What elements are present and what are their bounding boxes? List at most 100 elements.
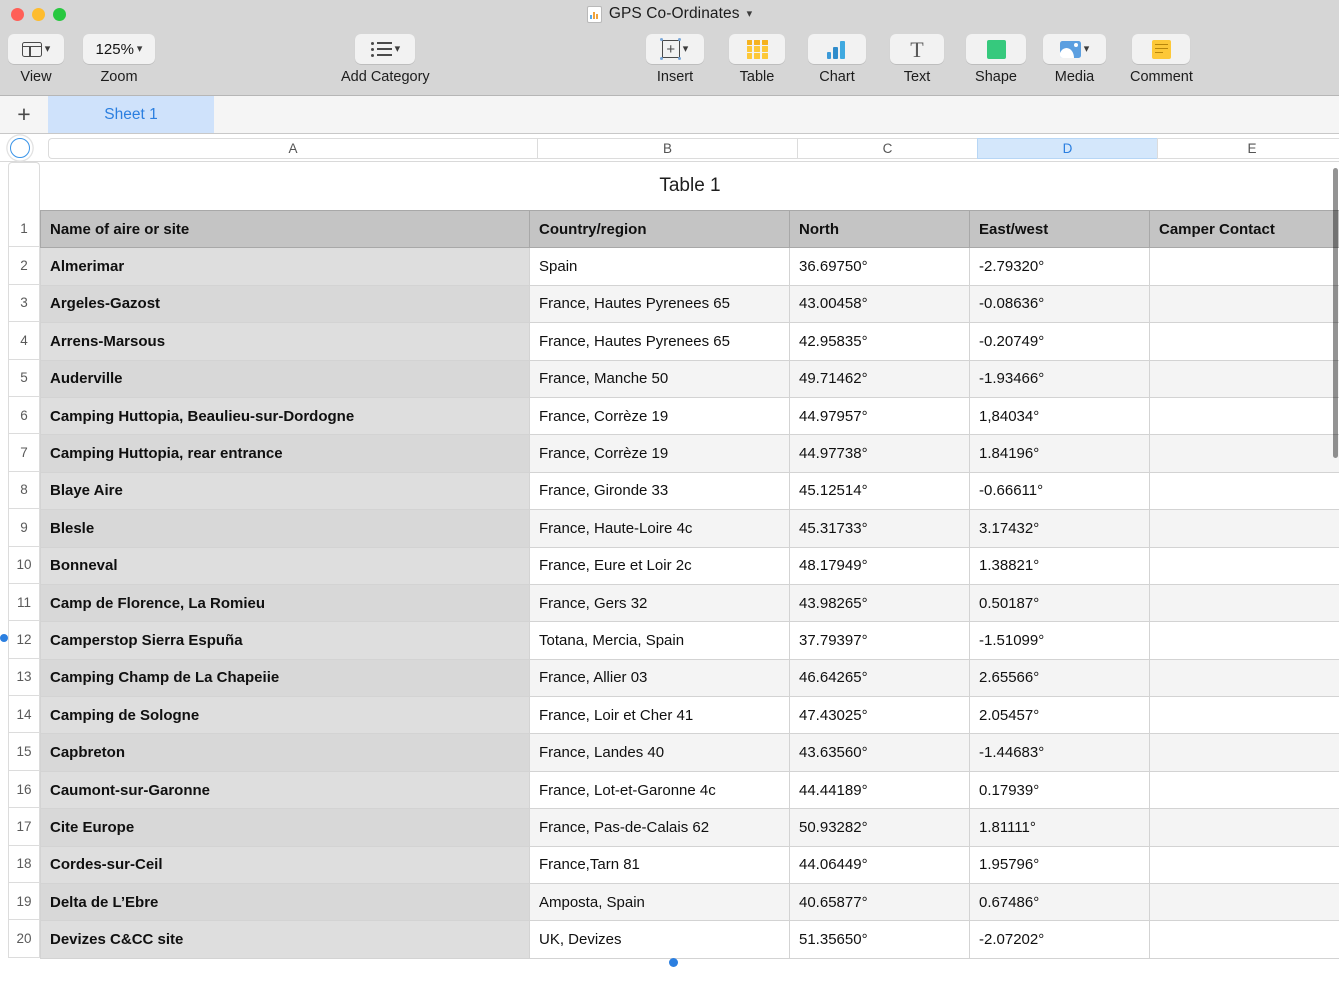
row-number[interactable]: 16 [8, 770, 40, 809]
title-chevron-down-icon[interactable] [747, 9, 753, 20]
cell-contact[interactable] [1149, 509, 1339, 548]
cell-north[interactable]: 45.12514° [789, 471, 970, 511]
cell-region[interactable]: France, Manche 50 [529, 359, 790, 398]
cell-name[interactable]: Argeles-Gazost [40, 284, 530, 324]
row-number[interactable]: 6 [8, 396, 40, 435]
add-category-button[interactable]: Add Category [341, 34, 430, 85]
row-number[interactable]: 4 [8, 322, 40, 360]
zoom-button[interactable]: 125% Zoom [83, 34, 155, 85]
cell-east[interactable]: -0.66611° [969, 471, 1150, 511]
close-button[interactable] [11, 7, 24, 21]
text-button[interactable]: T Text [890, 34, 944, 85]
cell-east[interactable]: 1.81111° [969, 808, 1150, 847]
cell-name[interactable]: Capbreton [40, 733, 530, 772]
table-row[interactable]: Delta de L’Ebre Amposta, Spain 40.65877° 0.… [40, 883, 1339, 922]
row-number[interactable]: 9 [8, 509, 40, 547]
cell-east[interactable]: 1,84034° [969, 396, 1150, 436]
cell-contact[interactable] [1149, 284, 1339, 324]
comment-button[interactable]: Comment [1130, 34, 1193, 85]
cell-contact[interactable] [1149, 883, 1339, 922]
cell-contact[interactable] [1149, 322, 1339, 361]
cell-name[interactable]: Camping Huttopia, rear entrance [40, 434, 530, 473]
table-row[interactable]: Camping Champ de La Chapeiie France, Alli… [40, 658, 1339, 698]
column-header-e[interactable]: E [1157, 138, 1339, 159]
minimize-button[interactable] [32, 7, 45, 21]
row-number[interactable]: 13 [8, 658, 40, 697]
cell-region[interactable]: France, Pas-de-Calais 62 [529, 808, 790, 847]
row-number[interactable]: 7 [8, 434, 40, 472]
cell-north[interactable]: 47.43025° [789, 696, 970, 735]
cell-east[interactable]: 0.67486° [969, 883, 1150, 922]
table-row[interactable]: Blaye Aire France, Gironde 33 45.12514° -0.… [40, 471, 1339, 511]
cell-north[interactable]: 46.64265° [789, 658, 970, 698]
cell-north[interactable]: 43.98265° [789, 583, 970, 623]
table-row[interactable]: Camping Huttopia, rear entrance France, C… [40, 434, 1339, 473]
cell-north[interactable]: 44.06449° [789, 845, 970, 885]
cell-north[interactable]: 43.00458° [789, 284, 970, 324]
select-all-corner[interactable] [0, 134, 40, 161]
table-row[interactable]: Caumont-sur-Garonne France, Lot-et-Garonn… [40, 770, 1339, 810]
table-row[interactable]: Bonneval France, Eure et Loir 2c 48.17949°… [40, 546, 1339, 585]
cell-name[interactable]: Blaye Aire [40, 471, 530, 511]
cell-north[interactable]: 44.97957° [789, 396, 970, 436]
cell-name[interactable]: Auderville [40, 359, 530, 398]
cell-east[interactable]: 3.17432° [969, 509, 1150, 548]
cell-region[interactable]: France, Corrèze 19 [529, 396, 790, 436]
row-number[interactable]: 2 [8, 247, 40, 285]
cell-contact[interactable] [1149, 808, 1339, 847]
table-row[interactable]: Blesle France, Haute-Loire 4c 45.31733° 3.1… [40, 509, 1339, 548]
cell-name[interactable]: Devizes C&CC site [40, 920, 530, 959]
table-button[interactable]: Table [729, 34, 785, 85]
cell-north[interactable]: 45.31733° [789, 509, 970, 548]
cell-contact[interactable] [1149, 920, 1339, 959]
sheet-tab-sheet-1[interactable]: Sheet 1 [48, 96, 214, 133]
insert-button[interactable]: Insert [646, 34, 704, 85]
table-row[interactable]: Arrens-Marsous France, Hautes Pyrenees 65… [40, 322, 1339, 361]
table-row[interactable]: Argeles-Gazost France, Hautes Pyrenees 65… [40, 284, 1339, 324]
column-header-b[interactable]: B [537, 138, 797, 159]
row-number[interactable]: 5 [8, 359, 40, 397]
cell-contact[interactable] [1149, 396, 1339, 436]
cell-contact[interactable] [1149, 583, 1339, 623]
cell-region[interactable]: France, Eure et Loir 2c [529, 546, 790, 585]
cell-north[interactable]: 36.69750° [789, 247, 970, 286]
shape-button[interactable]: Shape [966, 34, 1026, 85]
cell-name[interactable]: Bonneval [40, 546, 530, 585]
cell-contact[interactable] [1149, 770, 1339, 810]
cell-east[interactable]: 1.95796° [969, 845, 1150, 885]
cell-east[interactable]: -0.20749° [969, 322, 1150, 361]
cell-north[interactable]: 44.44189° [789, 770, 970, 810]
column-header-a[interactable]: A [48, 138, 537, 159]
row-number[interactable]: 19 [8, 883, 40, 921]
cell-region[interactable]: Amposta, Spain [529, 883, 790, 922]
maximize-button[interactable] [53, 7, 66, 21]
cell-contact[interactable] [1149, 733, 1339, 772]
cell-region[interactable]: France,Tarn 81 [529, 845, 790, 885]
table-row[interactable]: Camperstop Sierra Espuña Totana, Mercia, … [40, 621, 1339, 660]
cell-name[interactable]: Delta de L’Ebre [40, 883, 530, 922]
cell-north[interactable]: 48.17949° [789, 546, 970, 585]
cell-east[interactable]: 0.50187° [969, 583, 1150, 623]
cell-region[interactable]: France, Hautes Pyrenees 65 [529, 322, 790, 361]
cell-name[interactable]: Cordes-sur-Ceil [40, 845, 530, 885]
cell-north[interactable]: 42.95835° [789, 322, 970, 361]
cell-name[interactable]: Camperstop Sierra Espuña [40, 621, 530, 660]
cell-contact[interactable] [1149, 696, 1339, 735]
row-number[interactable]: 20 [8, 920, 40, 958]
header-east[interactable]: East/west [969, 209, 1150, 249]
header-name[interactable]: Name of aire or site [40, 209, 530, 249]
cell-contact[interactable] [1149, 658, 1339, 698]
cell-region[interactable]: Spain [529, 247, 790, 286]
cell-east[interactable]: 1.84196° [969, 434, 1150, 473]
cell-region[interactable]: France, Haute-Loire 4c [529, 509, 790, 548]
row-number[interactable]: 8 [8, 471, 40, 510]
cell-name[interactable]: Almerimar [40, 247, 530, 286]
table-row[interactable]: Camping de Sologne France, Loir et Cher 4… [40, 696, 1339, 735]
header-region[interactable]: Country/region [529, 209, 790, 249]
cell-region[interactable]: France, Loir et Cher 41 [529, 696, 790, 735]
cell-north[interactable]: 40.65877° [789, 883, 970, 922]
table-row[interactable]: Auderville France, Manche 50 49.71462° -1.9… [40, 359, 1339, 398]
row-number[interactable]: 12 [8, 621, 40, 659]
cell-region[interactable]: France, Landes 40 [529, 733, 790, 772]
cell-region[interactable]: UK, Devizes [529, 920, 790, 959]
